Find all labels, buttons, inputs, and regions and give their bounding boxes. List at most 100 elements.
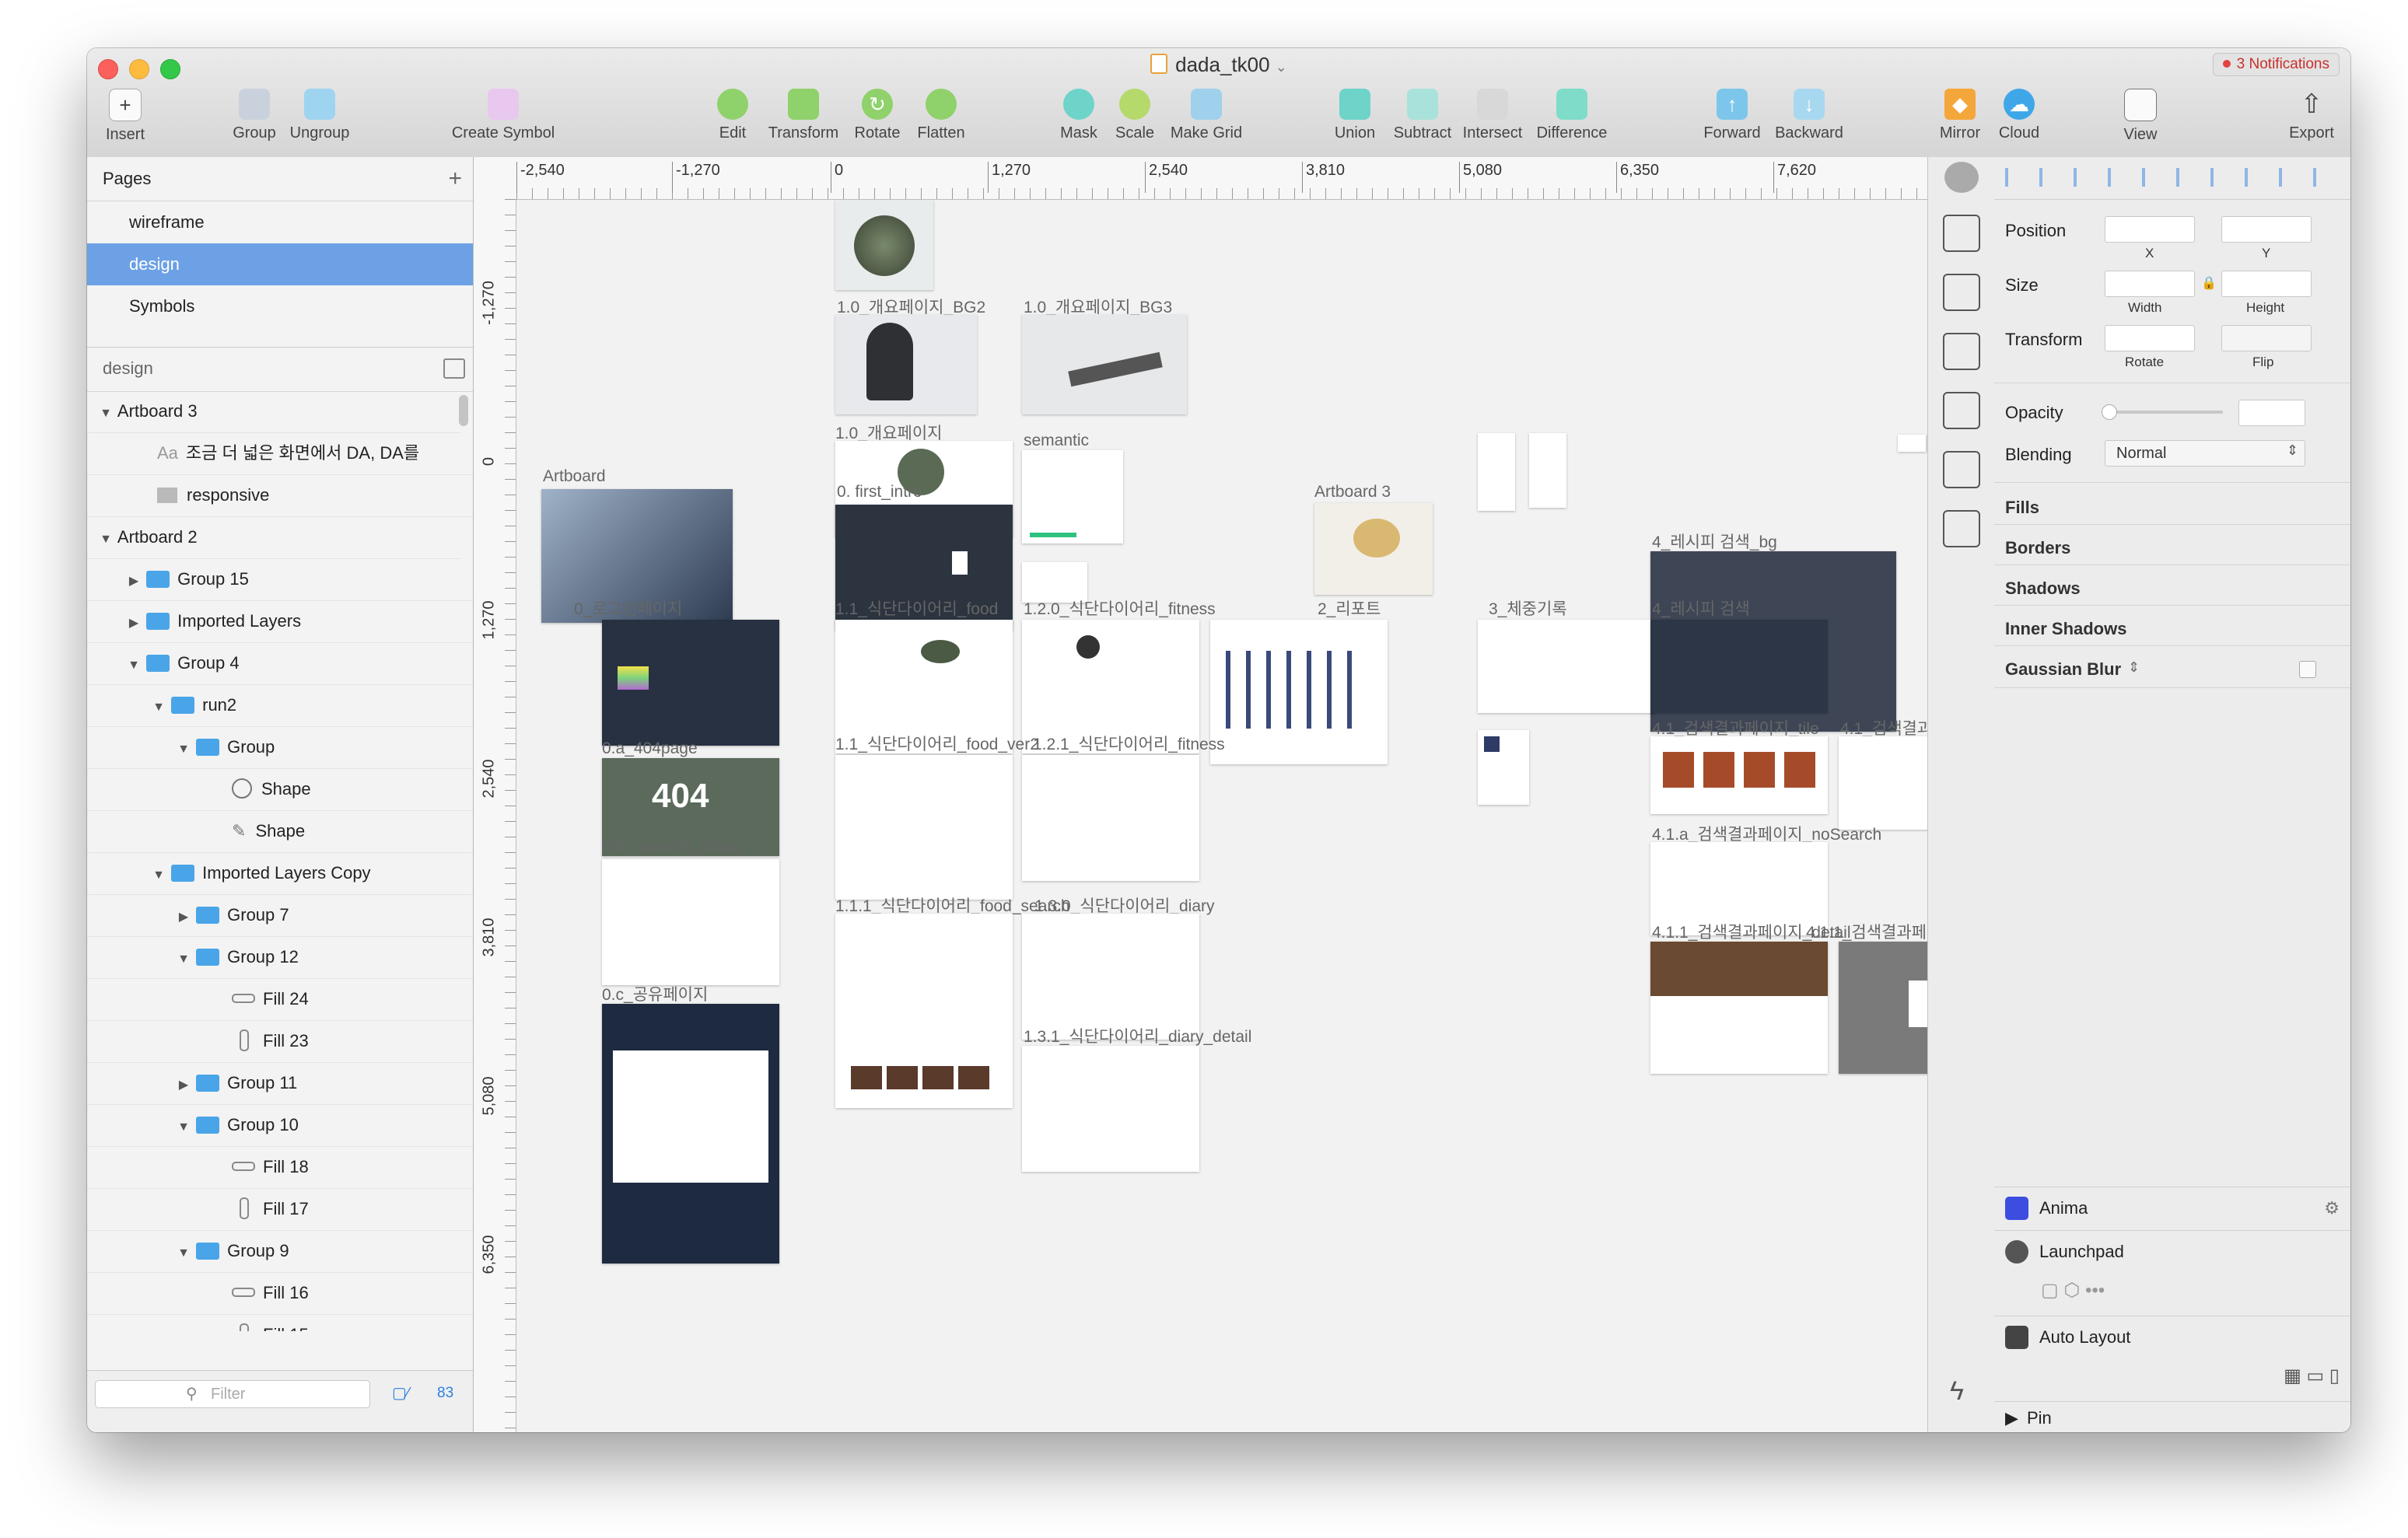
artboard-thumbnail[interactable] [1650,620,1828,713]
rotate-button[interactable]: ↻ Rotate [846,89,908,142]
layer-row[interactable]: ✎ Shape [87,810,473,853]
difference-button[interactable]: Difference [1529,89,1615,142]
disclosure-closed-icon[interactable]: ▶ [176,1064,191,1106]
artboard-thumbnail[interactable] [1022,315,1187,414]
view-button[interactable]: View [2109,89,2172,144]
artboard-thumbnail[interactable] [835,315,977,414]
transform-button[interactable]: Transform [761,89,846,142]
anima-plugin[interactable]: Anima ⚙ [1994,1187,2350,1229]
forward-button[interactable]: ↑ Forward [1697,89,1767,142]
disclosure-open-icon[interactable]: ▼ [151,687,166,729]
artboard-thumbnail[interactable] [1898,435,1926,452]
export-button[interactable]: ⇧ Export [2280,89,2343,142]
layer-row[interactable]: ▶ Group 11 [87,1062,473,1105]
layer-row[interactable]: Shape [87,768,473,811]
artboard-thumbnail[interactable] [602,1004,779,1264]
subtract-button[interactable]: Subtract [1388,89,1458,142]
rotate-field[interactable] [2105,325,2195,351]
insert-button[interactable]: + Insert [98,89,152,144]
artboard-thumbnail[interactable] [1529,433,1566,508]
scale-button[interactable]: Scale [1108,89,1162,142]
layer-row[interactable]: ▼ run2 [87,684,473,727]
add-page-icon[interactable]: + [448,157,462,201]
mask-button[interactable]: Mask [1052,89,1106,142]
disclosure-closed-icon[interactable]: ▶ [126,603,142,645]
width-field[interactable] [2105,271,2195,297]
layer-row[interactable]: ▼ Group [87,726,473,769]
lock-icon[interactable]: 🔒 [2201,275,2217,291]
disclosure-open-icon[interactable]: ▼ [176,729,191,771]
opacity-field[interactable] [2238,400,2305,426]
opacity-slider[interactable] [2102,404,2223,420]
opacity-slider-knob[interactable] [2102,404,2117,420]
vertical-ruler[interactable]: -1,270 0 1,270 2,540 3,810 5,080 6,350 [474,199,516,1432]
disclosure-open-icon[interactable]: ▼ [176,1106,191,1148]
layer-row[interactable]: ▶ Imported Layers [87,600,473,643]
artboard-thumbnail[interactable] [1314,503,1433,595]
make-grid-button[interactable]: Make Grid [1164,89,1249,142]
anima-settings-icon[interactable]: ⚙ [2324,1198,2340,1218]
align-icons[interactable] [2005,168,2332,187]
layer-row[interactable]: ▶ Group 7 [87,894,473,937]
artboard-thumbnail[interactable] [602,859,779,985]
device-icons[interactable]: ▦ ▭ ▯ [2284,1365,2340,1387]
y-field[interactable] [2221,216,2312,243]
artboard-thumbnail[interactable] [1022,450,1123,544]
layer-row[interactable]: ▼ Artboard 2 [87,516,460,559]
x-field[interactable] [2105,216,2195,243]
gaussian-blur-section[interactable]: Gaussian Blur [2005,659,2121,680]
layer-row[interactable]: ▼ Group 9 [87,1230,473,1273]
disclosure-closed-icon[interactable]: ▶ [176,897,191,939]
intersect-button[interactable]: Intersect [1458,89,1528,142]
inner-shadows-section[interactable]: Inner Shadows [2005,619,2126,639]
height-field[interactable] [2221,271,2312,297]
layout-icon[interactable] [1943,333,1980,370]
layer-row[interactable]: responsive [87,474,473,517]
layer-count-icon[interactable]: ▢⁄ [392,1383,409,1403]
borders-section[interactable]: Borders [2005,538,2070,558]
pin-section[interactable]: ▶ Pin [1994,1401,2350,1432]
artboard-thumbnail[interactable] [1478,620,1655,713]
layer-row[interactable]: ▼ Group 12 [87,936,473,979]
canvas[interactable]: 1.0_개요페이지_BG2 1.0_개요페이지_BG3 1.0_개요페이지 se… [516,200,2033,1432]
layer-row[interactable]: Fill 18 [87,1146,473,1189]
lightning-icon[interactable]: ϟ [1950,1376,1964,1407]
disclosure-open-icon[interactable]: ▼ [176,1232,191,1274]
layer-row[interactable]: ▼ Imported Layers Copy [87,852,473,895]
union-button[interactable]: Union [1324,89,1386,142]
launchpad-plugin[interactable]: Launchpad ▢ ⬡ ••• [1994,1230,2350,1316]
notifications-badge[interactable]: 3 Notifications [2212,53,2340,76]
filter-field[interactable]: ⚲ Filter [95,1380,370,1408]
collapse-layers-icon[interactable] [443,358,465,379]
edit-button[interactable]: Edit [709,89,756,142]
disclosure-closed-icon[interactable]: ▶ [126,561,142,603]
layer-row[interactable]: ▼ Group 4 [87,642,473,685]
page-item-symbols[interactable]: Symbols [87,285,473,327]
mirror-button[interactable]: ◆ Mirror [1929,89,1991,142]
artboard-thumbnail[interactable] [835,914,1013,1108]
disclosure-open-icon[interactable]: ▼ [98,519,114,561]
cloud-button[interactable]: ☁ Cloud [1988,89,2050,142]
chevron-down-icon[interactable]: ⌄ [1276,59,1287,75]
disclosure-open-icon[interactable]: ▼ [151,855,166,897]
layer-row[interactable]: ▶ Group 15 [87,558,473,601]
artboard-thumbnail[interactable] [835,200,933,290]
artboard-thumbnail[interactable] [835,755,1013,900]
disclosure-open-icon[interactable]: ▼ [126,645,142,687]
color-picker-icon[interactable] [1944,162,1979,193]
auto-layout-plugin[interactable]: Auto Layout ▦ ▭ ▯ [1994,1316,2350,1402]
backward-button[interactable]: ↓ Backward [1770,89,1848,142]
resize-icon[interactable] [1943,451,1980,488]
artboard-thumbnail[interactable] [1650,736,1828,814]
artboard-thumbnail[interactable] [1478,433,1515,511]
disclosure-closed-icon[interactable]: ▶ [2005,1408,2018,1428]
layer-row[interactable]: Fill 23 [87,1020,473,1063]
artboard-thumbnail[interactable] [1650,942,1828,1074]
shadows-section[interactable]: Shadows [2005,578,2081,599]
create-symbol-button[interactable]: Create Symbol [445,89,562,142]
horizontal-ruler[interactable]: -2,540 -1,270 0 1,270 2,540 3,810 5,080 … [516,157,2033,200]
add-image-icon[interactable] [1943,510,1980,547]
page-item-design[interactable]: design [87,243,473,285]
gaussian-blur-checkbox[interactable] [2299,661,2316,678]
flatten-button[interactable]: Flatten [910,89,972,142]
